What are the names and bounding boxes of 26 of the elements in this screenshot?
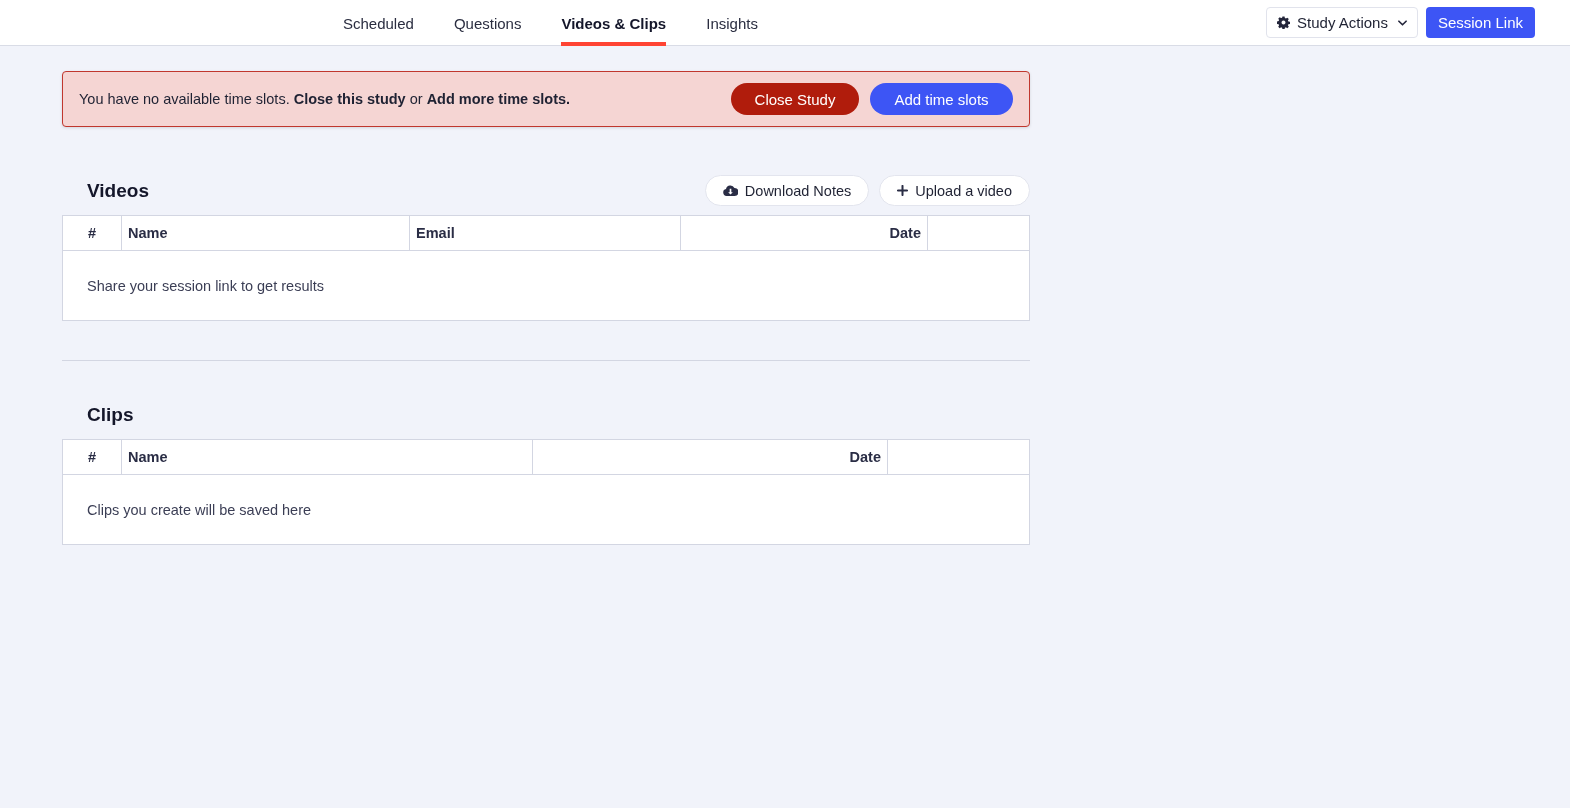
column-header: # bbox=[87, 449, 97, 465]
section-title: Videos bbox=[87, 179, 149, 202]
session-link-button[interactable]: Session Link bbox=[1425, 7, 1535, 38]
study-actions-button[interactable]: Study Actions bbox=[1266, 7, 1418, 38]
column-header: Date bbox=[849, 449, 881, 465]
nav-tab[interactable]: Scheduled bbox=[343, 0, 414, 46]
column-header: Email bbox=[416, 225, 455, 241]
upload-video-button[interactable]: Upload a video bbox=[879, 175, 1030, 206]
add-time-slots-button[interactable]: Add time slots bbox=[870, 83, 1013, 115]
empty-state-message: Clips you create will be saved here bbox=[87, 501, 312, 518]
alert-message: You have no available time slots. Close this study or Add more time slots. bbox=[79, 91, 571, 107]
column-header: # bbox=[87, 225, 97, 241]
empty-state-message: Share your session link to get results bbox=[87, 277, 324, 294]
plus-icon bbox=[897, 185, 909, 196]
column-header: Name bbox=[128, 449, 168, 465]
section-title: Clips bbox=[87, 403, 134, 426]
download-notes-button[interactable]: Download Notes bbox=[704, 175, 870, 206]
column-header: Name bbox=[128, 225, 168, 241]
chevron-down-icon bbox=[1397, 19, 1407, 26]
column-header: Date bbox=[889, 225, 921, 241]
nav-tab[interactable]: Questions bbox=[453, 0, 522, 46]
nav-tab[interactable]: Videos & Clips bbox=[561, 0, 667, 46]
close-study-button[interactable]: Close Study bbox=[731, 83, 859, 115]
cloud-download-icon bbox=[722, 185, 738, 196]
gear-icon bbox=[1277, 16, 1291, 29]
nav-tab[interactable]: Insights bbox=[706, 0, 758, 46]
